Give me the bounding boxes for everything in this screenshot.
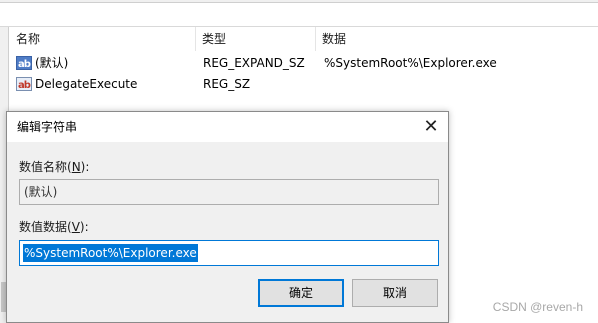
- value-data-label: 数值数据(V):: [19, 220, 89, 234]
- close-icon[interactable]: ✕: [414, 112, 448, 142]
- ok-button[interactable]: 确定: [258, 279, 344, 307]
- address-bar-edge: [0, 0, 598, 3]
- column-header-data[interactable]: 数据: [316, 27, 598, 51]
- value-type: REG_SZ: [203, 77, 251, 91]
- value-name: DelegateExecute: [35, 77, 138, 91]
- value-name: (默认): [35, 56, 69, 70]
- list-item[interactable]: ab DelegateExecute REG_SZ: [10, 74, 598, 94]
- cancel-button[interactable]: 取消: [352, 279, 438, 307]
- registry-top-strip: [0, 0, 598, 27]
- value-data-input[interactable]: %SystemRoot%\Explorer.exe: [19, 240, 439, 266]
- values-list-header: 名称 类型 数据: [10, 27, 598, 51]
- selected-text: %SystemRoot%\Explorer.exe: [23, 244, 198, 262]
- value-type: REG_EXPAND_SZ: [203, 56, 305, 70]
- list-item[interactable]: ab (默认) REG_EXPAND_SZ %SystemRoot%\Explo…: [10, 53, 598, 73]
- ab-string-icon: ab: [16, 56, 32, 70]
- column-header-name[interactable]: 名称: [10, 27, 196, 51]
- value-name-field[interactable]: (默认): [19, 179, 439, 205]
- dialog-title-bar[interactable]: 编辑字符串 ✕: [7, 112, 448, 142]
- ab-string-icon: ab: [16, 77, 32, 91]
- dialog-title: 编辑字符串: [17, 120, 78, 134]
- column-header-type[interactable]: 类型: [196, 27, 316, 51]
- value-data: %SystemRoot%\Explorer.exe: [324, 56, 497, 70]
- value-name-label: 数值名称(N):: [19, 160, 90, 174]
- watermark-text: CSDN @reven-h: [492, 300, 583, 314]
- value-name-cell: ab (默认): [16, 53, 68, 73]
- value-name-cell: ab DelegateExecute: [16, 74, 137, 94]
- edit-string-dialog: 编辑字符串 ✕ 数值名称(N): (默认) 数值数据(V): %SystemRo…: [6, 111, 449, 323]
